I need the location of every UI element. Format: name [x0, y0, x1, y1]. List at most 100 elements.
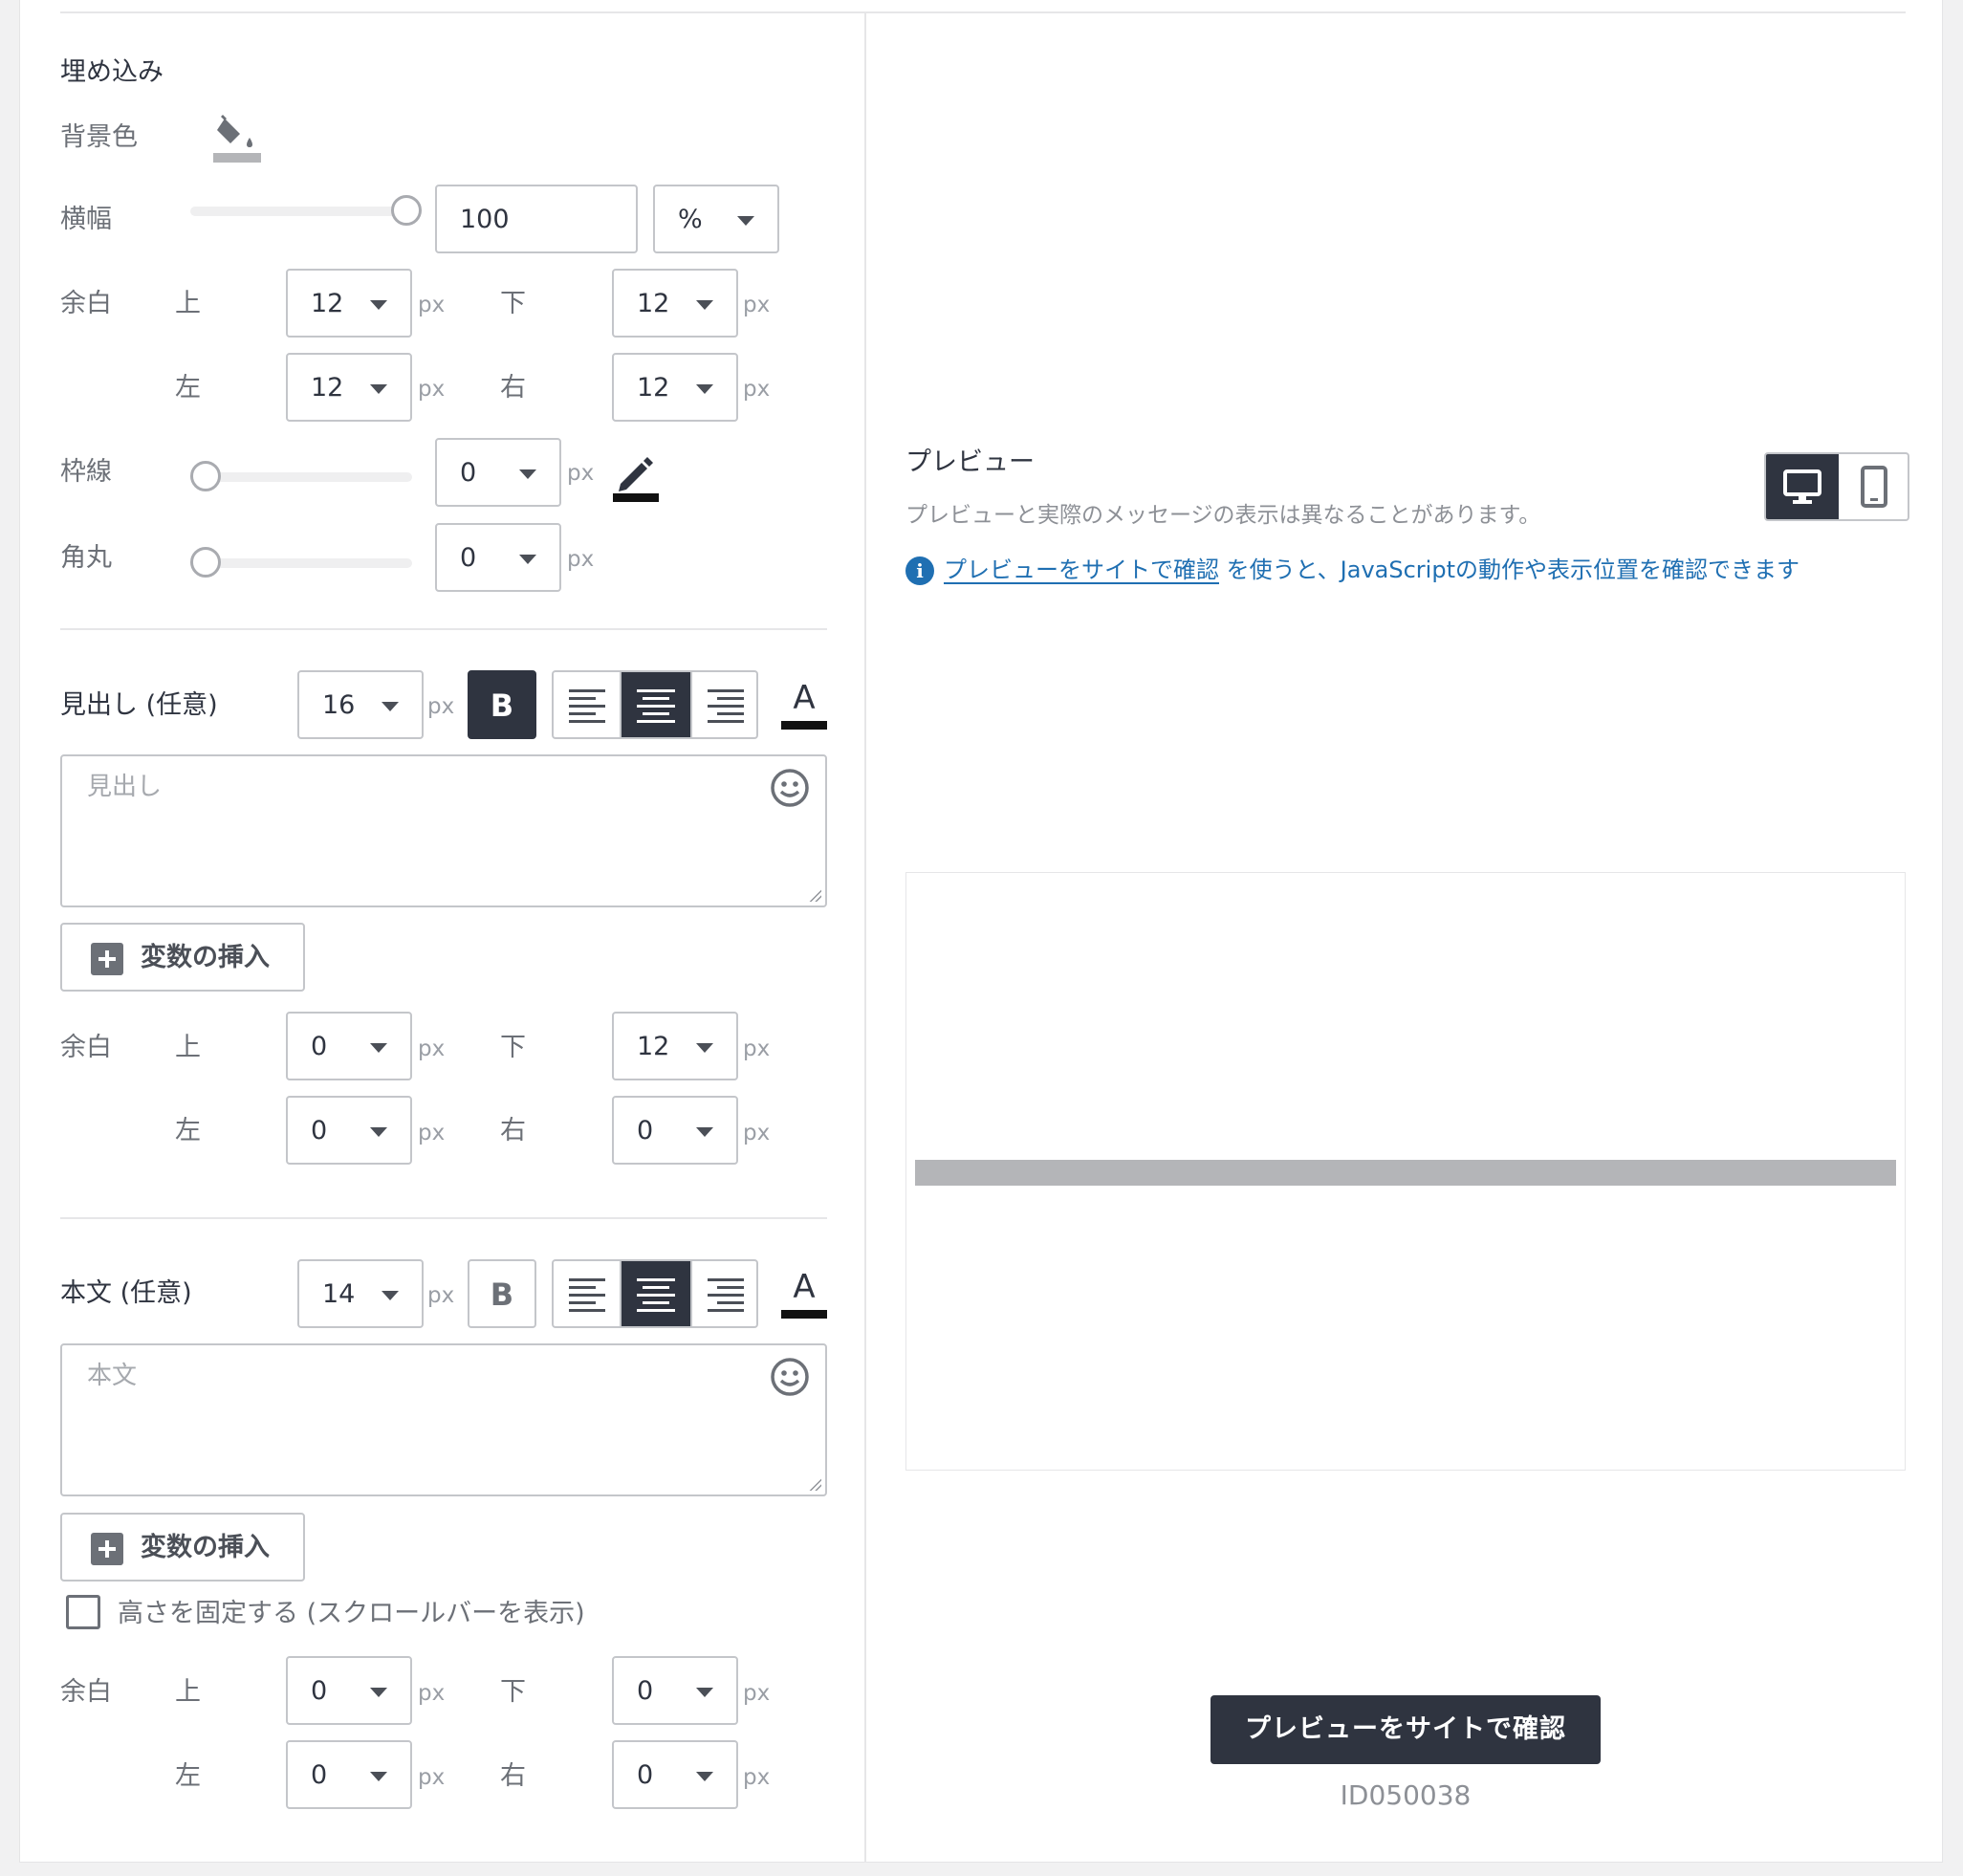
section-divider [60, 628, 827, 630]
px-unit: px [418, 293, 446, 317]
radius-slider-knob[interactable] [190, 547, 221, 578]
width-unit-select[interactable]: % [653, 185, 779, 253]
preview-note: プレビューと実際のメッセージの表示は異なることがあります。 [905, 503, 1541, 528]
heading-margin-right-label: 右 [500, 1116, 526, 1145]
resize-handle[interactable] [808, 888, 821, 902]
fill-margin-right-select[interactable]: 12 [612, 353, 738, 422]
bg-color-label: 背景色 [60, 122, 138, 152]
insert-variable-label: 変数の挿入 [141, 943, 270, 972]
chevron-down-icon [382, 1291, 399, 1300]
heading-margin-left-select[interactable]: 0 [286, 1096, 412, 1165]
body-font-size-select[interactable]: 14 [297, 1259, 424, 1328]
radius-slider-track[interactable] [190, 558, 412, 568]
bold-label: B [490, 1276, 514, 1313]
align-center-button[interactable] [622, 1261, 690, 1326]
width-slider-track[interactable] [190, 207, 412, 216]
chevron-down-icon [370, 1688, 387, 1697]
resize-handle[interactable] [808, 1477, 821, 1491]
fill-margin-left-label: 左 [175, 373, 201, 403]
fixed-height-checkbox[interactable] [66, 1595, 100, 1629]
body-margin-left-value: 0 [311, 1760, 328, 1790]
body-margin-bottom-select[interactable]: 0 [612, 1656, 738, 1725]
px-unit: px [743, 1036, 771, 1061]
chevron-down-icon [382, 702, 399, 711]
radius-select[interactable]: 0 [435, 523, 561, 592]
border-slider-knob[interactable] [190, 461, 221, 491]
body-margin-top-label: 上 [175, 1677, 201, 1707]
embed-preview-bar [915, 1160, 1896, 1186]
body-textarea[interactable]: 本文 [60, 1343, 827, 1496]
heading-margin-bottom-select[interactable]: 12 [612, 1012, 738, 1080]
body-text-color-button[interactable]: A [779, 1268, 829, 1321]
px-unit: px [418, 1681, 446, 1706]
width-slider-knob[interactable] [391, 195, 422, 226]
body-bold-button[interactable]: B [468, 1259, 536, 1328]
fill-margin-left-select[interactable]: 12 [286, 353, 412, 422]
preview-title: プレビュー [905, 447, 1035, 477]
heading-margin-bottom-label: 下 [500, 1033, 526, 1062]
body-margin-top-select[interactable]: 0 [286, 1656, 412, 1725]
heading-margin-right-value: 0 [637, 1116, 654, 1145]
heading-margin-top-select[interactable]: 0 [286, 1012, 412, 1080]
message-id: ID050038 [1340, 1779, 1472, 1811]
text-color-label: A [793, 1268, 816, 1306]
chevron-down-icon [696, 1772, 713, 1781]
fill-margin-top-select[interactable]: 12 [286, 269, 412, 338]
body-margin-bottom-value: 0 [637, 1676, 654, 1706]
px-unit: px [418, 1765, 446, 1790]
fill-margin-bottom-select[interactable]: 12 [612, 269, 738, 338]
chevron-down-icon [519, 555, 536, 564]
align-left-button[interactable] [554, 1261, 622, 1326]
px-unit: px [743, 1121, 771, 1145]
preview-site-link[interactable]: プレビューをサイトで確認 [944, 556, 1219, 583]
align-center-button[interactable] [622, 672, 690, 737]
border-label: 枠線 [60, 457, 112, 487]
heading-text-color-button[interactable]: A [779, 679, 829, 732]
desktop-icon [1783, 469, 1821, 504]
paint-bucket-icon[interactable] [211, 111, 265, 168]
emoji-icon[interactable] [770, 1357, 810, 1397]
width-unit-value: % [678, 205, 703, 234]
body-margin-label: 余白 [60, 1677, 112, 1707]
emoji-icon[interactable] [770, 768, 810, 808]
desktop-view-button[interactable] [1766, 454, 1839, 519]
chevron-down-icon [370, 1772, 387, 1781]
px-unit: px [427, 1283, 455, 1308]
body-margin-bottom-label: 下 [500, 1677, 526, 1707]
heading-insert-variable-button[interactable]: 変数の挿入 [60, 923, 305, 992]
fixed-height-label[interactable]: 高さを固定する (スクロールバーを表示) [118, 1597, 585, 1631]
chevron-down-icon [370, 1127, 387, 1137]
fill-margin-right-value: 12 [637, 373, 670, 403]
heading-margin-top-value: 0 [311, 1032, 328, 1061]
border-slider-track[interactable] [190, 472, 412, 482]
heading-font-size-select[interactable]: 16 [297, 670, 424, 739]
body-insert-variable-button[interactable]: 変数の挿入 [60, 1513, 305, 1582]
fill-margin-left-value: 12 [311, 373, 344, 403]
body-margin-right-select[interactable]: 0 [612, 1740, 738, 1809]
device-toggle-group [1764, 452, 1909, 521]
align-left-button[interactable] [554, 672, 622, 737]
px-unit: px [418, 1121, 446, 1145]
fill-margin-bottom-label: 下 [500, 289, 526, 318]
heading-bold-button[interactable]: B [468, 670, 536, 739]
align-right-button[interactable] [690, 672, 756, 737]
fill-margin-top-label: 上 [175, 289, 201, 318]
mobile-view-button[interactable] [1839, 454, 1908, 519]
width-input[interactable]: 100 [435, 185, 638, 253]
plus-icon [91, 943, 123, 975]
align-right-button[interactable] [690, 1261, 756, 1326]
body-margin-left-select[interactable]: 0 [286, 1740, 412, 1809]
heading-align-group [552, 670, 758, 739]
heading-textarea[interactable]: 見出し [60, 754, 827, 907]
border-width-select[interactable]: 0 [435, 438, 561, 507]
preview-on-site-button[interactable]: プレビューをサイトで確認 [1211, 1695, 1601, 1764]
column-divider [864, 13, 866, 1863]
heading-margin-left-value: 0 [311, 1116, 328, 1145]
border-width-value: 0 [460, 458, 477, 488]
pen-icon[interactable] [611, 449, 661, 503]
heading-margin-right-select[interactable]: 0 [612, 1096, 738, 1165]
width-input-value: 100 [460, 205, 510, 234]
heading-margin-left-label: 左 [175, 1116, 201, 1145]
heading-margin-bottom-value: 12 [637, 1032, 670, 1061]
section-divider [60, 1217, 827, 1219]
